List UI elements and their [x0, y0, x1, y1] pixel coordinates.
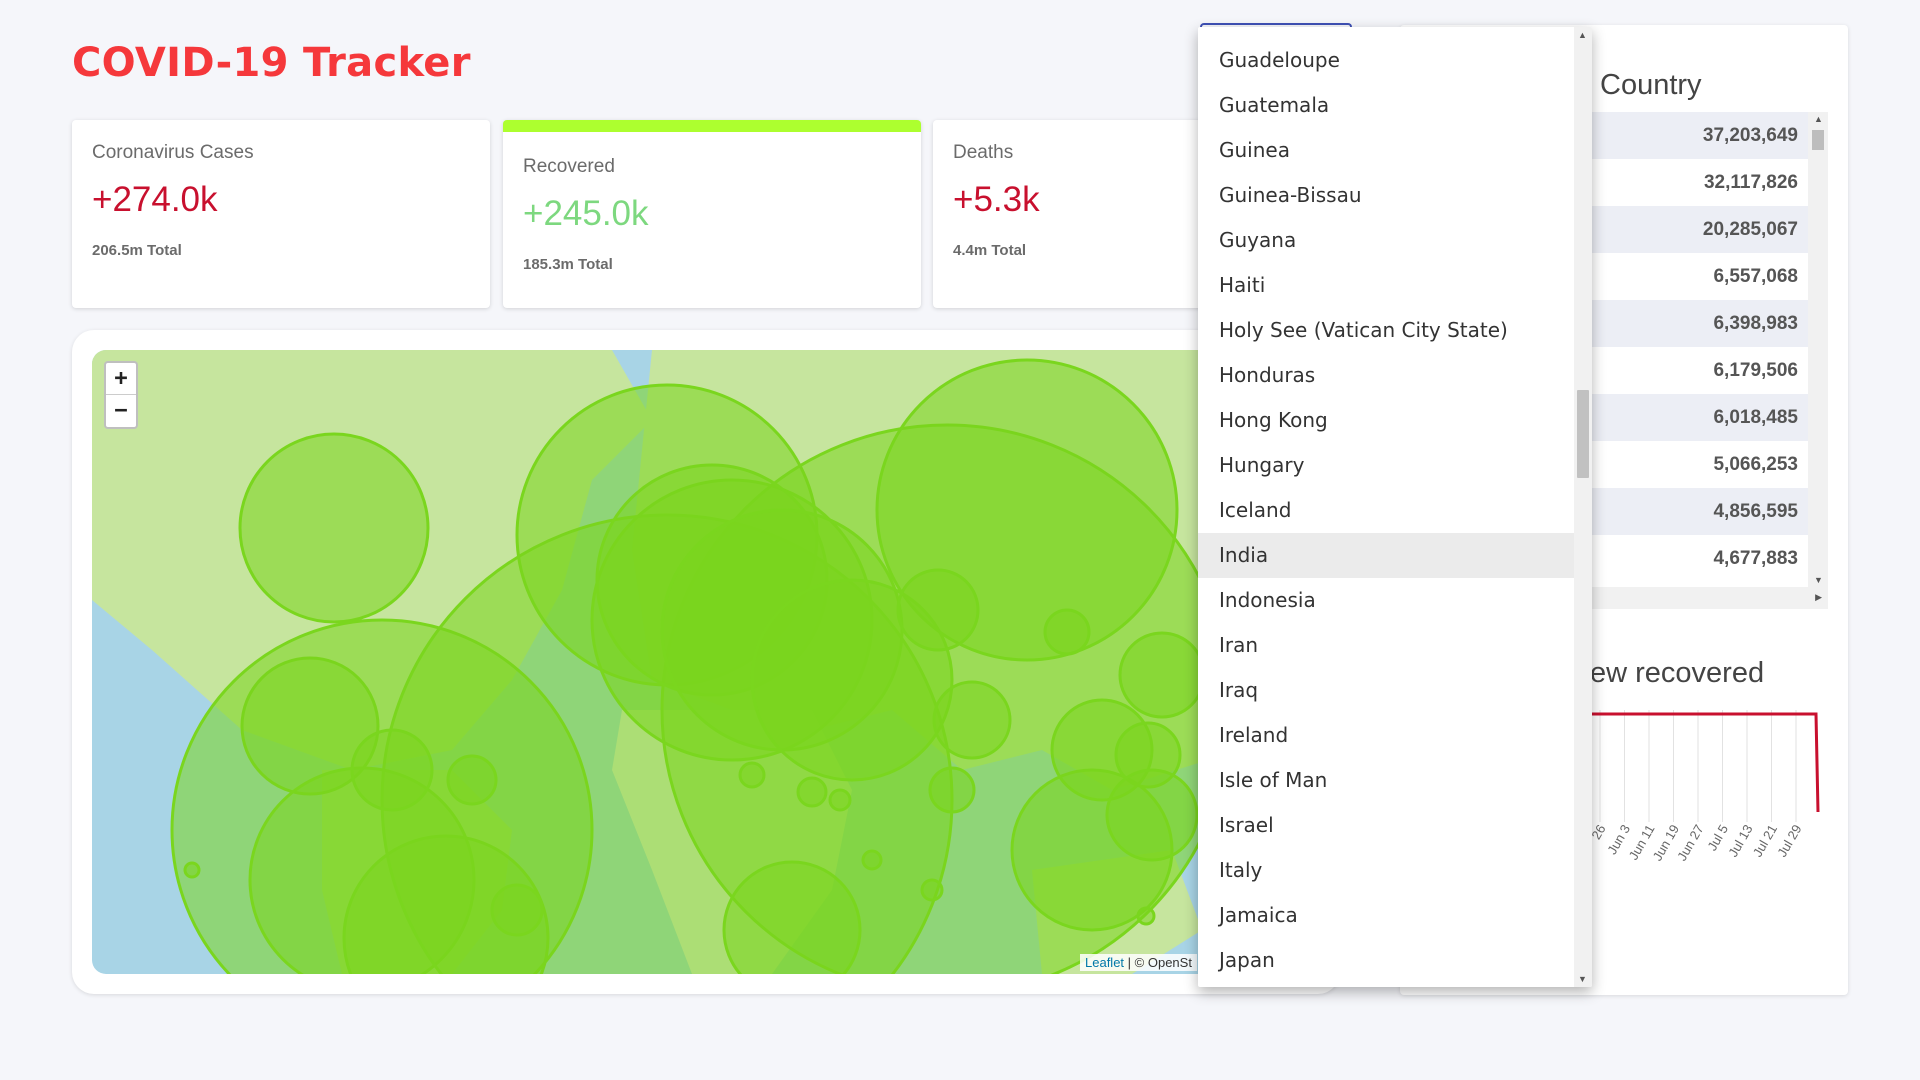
- x-tick-label: 26: [1592, 822, 1609, 842]
- x-tick-label: Jul 29: [1774, 822, 1804, 860]
- scroll-down-icon[interactable]: ▼: [1578, 974, 1587, 984]
- map-attribution: Leaflet | © OpenSt: [1080, 954, 1197, 971]
- card-title: Recovered: [523, 156, 615, 177]
- card-title: Coronavirus Cases: [92, 142, 254, 163]
- attribution-text: | © OpenSt: [1127, 955, 1192, 970]
- card-total: 185.3m Total: [523, 256, 613, 273]
- scroll-up-icon[interactable]: ▲: [1814, 114, 1823, 124]
- scroll-down-icon[interactable]: ▼: [1814, 575, 1823, 585]
- case-circle[interactable]: [350, 728, 434, 812]
- case-circle[interactable]: [861, 849, 883, 871]
- cases-card[interactable]: Coronavirus Cases +274.0k 206.5m Total: [72, 120, 490, 308]
- dropdown-option[interactable]: Guyana: [1198, 218, 1574, 263]
- card-value: +274.0k: [92, 180, 218, 219]
- card-value: +245.0k: [523, 194, 649, 233]
- case-circle[interactable]: [1043, 608, 1091, 656]
- dropdown-option[interactable]: Iran: [1198, 623, 1574, 668]
- table-horizontal-scrollbar[interactable]: ▶: [1592, 587, 1828, 609]
- zoom-control: + −: [104, 361, 138, 429]
- case-circle[interactable]: [1118, 631, 1206, 719]
- case-circle[interactable]: [446, 754, 498, 806]
- dropdown-option[interactable]: Israel: [1198, 803, 1574, 848]
- scrollbar-thumb[interactable]: [1577, 390, 1589, 478]
- dropdown-option[interactable]: Guatemala: [1198, 83, 1574, 128]
- scroll-right-icon[interactable]: ▶: [1815, 592, 1822, 603]
- case-circle[interactable]: [490, 883, 544, 937]
- case-circle[interactable]: [828, 788, 852, 812]
- world-map[interactable]: [92, 350, 1240, 974]
- dropdown-option[interactable]: Iraq: [1198, 668, 1574, 713]
- case-circle[interactable]: [928, 766, 976, 814]
- case-circle[interactable]: [920, 878, 944, 902]
- recovered-card[interactable]: Recovered +245.0k 185.3m Total: [503, 120, 921, 308]
- dropdown-option[interactable]: Ireland: [1198, 713, 1574, 758]
- scrollbar-thumb[interactable]: [1812, 130, 1824, 150]
- case-circle[interactable]: [1136, 906, 1156, 926]
- country-dropdown-menu[interactable]: Guadeloupe Guatemala Guinea Guinea-Bissau Gu…: [1198, 27, 1592, 987]
- dropdown-option[interactable]: Iceland: [1198, 488, 1574, 533]
- case-circle[interactable]: [896, 568, 980, 652]
- case-circle[interactable]: [932, 680, 1012, 760]
- dropdown-option[interactable]: Hong Kong: [1198, 398, 1574, 443]
- dropdown-option[interactable]: Haiti: [1198, 263, 1574, 308]
- dropdown-option[interactable]: India: [1198, 533, 1574, 578]
- case-circle[interactable]: [1105, 768, 1199, 862]
- dropdown-option[interactable]: Japan: [1198, 938, 1574, 983]
- dropdown-option[interactable]: Guinea-Bissau: [1198, 173, 1574, 218]
- case-circle[interactable]: [796, 776, 828, 808]
- dropdown-option[interactable]: Holy See (Vatican City State): [1198, 308, 1574, 353]
- dropdown-option[interactable]: Jamaica: [1198, 893, 1574, 938]
- zoom-in-button[interactable]: +: [106, 363, 136, 395]
- case-circle[interactable]: [238, 432, 430, 624]
- scroll-up-icon[interactable]: ▲: [1578, 30, 1587, 40]
- table-vertical-scrollbar[interactable]: ▲ ▼: [1808, 112, 1828, 587]
- case-circles: [170, 358, 1234, 974]
- app-title: COVID-19 Tracker: [72, 40, 471, 86]
- card-total: 206.5m Total: [92, 242, 182, 259]
- dropdown-option[interactable]: Isle of Man: [1198, 758, 1574, 803]
- dropdown-scrollbar[interactable]: ▲ ▼: [1574, 27, 1592, 987]
- dropdown-option[interactable]: Guinea: [1198, 128, 1574, 173]
- recovered-series-line: [1592, 712, 1820, 813]
- case-circle[interactable]: [183, 861, 201, 879]
- dropdown-option[interactable]: Guadeloupe: [1198, 38, 1574, 83]
- leaflet-link[interactable]: Leaflet: [1085, 955, 1124, 970]
- zoom-out-button[interactable]: −: [106, 395, 136, 427]
- recovered-line-chart: 26Jun 3Jun 11Jun 19Jun 27Jul 5Jul 13Jul …: [1592, 710, 1820, 863]
- map-canvas: [92, 350, 1240, 974]
- dropdown-option[interactable]: Italy: [1198, 848, 1574, 893]
- dropdown-list: Guadeloupe Guatemala Guinea Guinea-Bissau Gu…: [1198, 38, 1574, 983]
- dropdown-option[interactable]: Honduras: [1198, 353, 1574, 398]
- dropdown-option[interactable]: Indonesia: [1198, 578, 1574, 623]
- case-circle[interactable]: [738, 761, 766, 789]
- dropdown-option[interactable]: Hungary: [1198, 443, 1574, 488]
